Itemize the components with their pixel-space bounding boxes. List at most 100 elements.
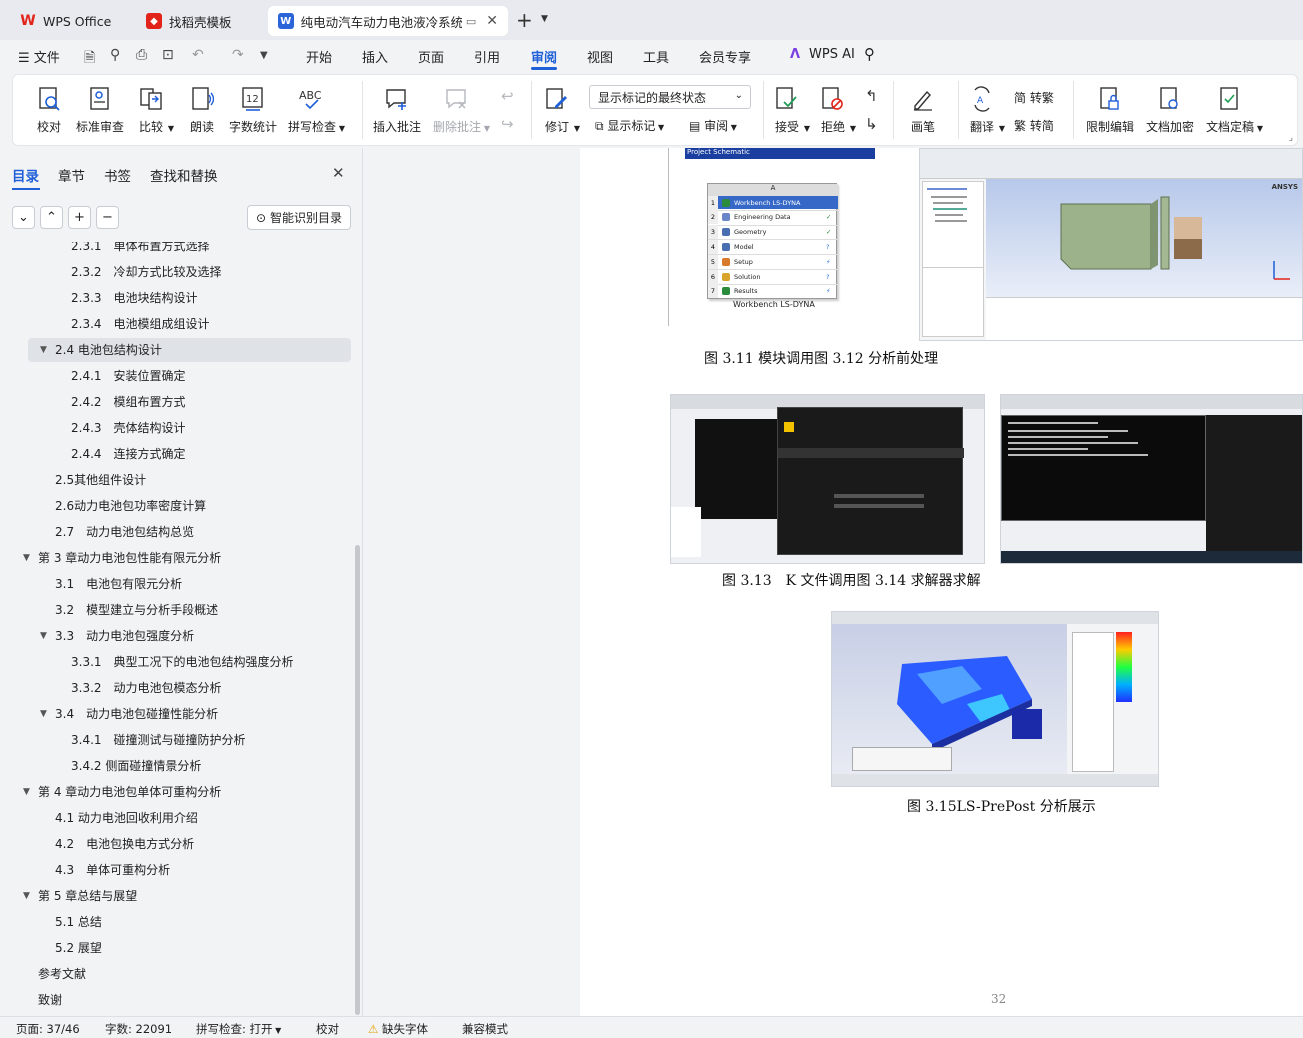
- show-markup-button[interactable]: ⧉ 显示标记 ▼: [595, 117, 664, 134]
- toc-item[interactable]: 2.4.1 安装位置确定: [71, 364, 186, 388]
- toc-item[interactable]: 4.3 单体可重构分析: [55, 858, 170, 882]
- delete-comment-button[interactable]: 删除批注 ▼: [433, 85, 490, 135]
- toc-item[interactable]: 4.2 电池包换电方式分析: [55, 832, 194, 856]
- toc-item[interactable]: 2.3.1 单体布置方式选择: [71, 242, 210, 258]
- toc-scrollbar[interactable]: [355, 545, 360, 1015]
- proofread-status[interactable]: 校对: [316, 1021, 339, 1037]
- more-chevron-icon[interactable]: ▼: [260, 50, 268, 61]
- expand-toggle-icon[interactable]: ▼: [40, 709, 47, 719]
- expand-toggle-icon[interactable]: ▼: [40, 345, 47, 355]
- previous-comment-icon[interactable]: ↩: [501, 87, 514, 105]
- tab-wps-office[interactable]: W WPS Office: [10, 6, 128, 36]
- add-heading-button[interactable]: +: [68, 206, 91, 229]
- expand-toggle-icon[interactable]: ▼: [23, 891, 30, 901]
- next-comment-icon[interactable]: ↪: [501, 115, 514, 133]
- markup-state-dropdown[interactable]: 显示标记的最终状态 ⌄: [589, 85, 751, 109]
- translate-button[interactable]: A 翻译 ▼: [968, 85, 1005, 135]
- toc-item[interactable]: 3.3.2 动力电池包模态分析: [71, 676, 222, 700]
- menu-insert[interactable]: 插入: [362, 47, 388, 66]
- word-count-indicator[interactable]: 字数: 22091: [105, 1021, 172, 1037]
- redo-icon[interactable]: ↷: [232, 47, 244, 63]
- next-change-icon[interactable]: ↳: [865, 115, 878, 133]
- track-changes-button[interactable]: 修订 ▼: [543, 85, 580, 135]
- new-tab-plus-icon[interactable]: +: [516, 8, 533, 32]
- menu-member[interactable]: 会员专享: [699, 47, 751, 66]
- read-aloud-button[interactable]: 朗读: [188, 85, 216, 135]
- insert-comment-button[interactable]: 插入批注: [373, 85, 421, 135]
- smart-toc-button[interactable]: ⊙ 智能识别目录: [247, 205, 351, 230]
- toc-item[interactable]: 3.3.1 典型工况下的电池包结构强度分析: [71, 650, 294, 674]
- ribbon-expand-icon[interactable]: ⌟: [1289, 133, 1293, 143]
- menu-file[interactable]: ☰ 文件: [18, 47, 60, 66]
- toc-item[interactable]: 2.5其他组件设计: [55, 468, 146, 492]
- toc-item[interactable]: 5.1 总结: [55, 910, 102, 934]
- close-pane-icon[interactable]: ✕: [332, 164, 345, 182]
- restrict-editing-button[interactable]: 限制编辑: [1086, 85, 1134, 135]
- tab-docer-templates[interactable]: ◆ 找稻壳模板: [136, 6, 264, 36]
- tab-find-replace[interactable]: 查找和替换: [150, 165, 218, 185]
- toc-item[interactable]: 5.2 展望: [55, 936, 102, 960]
- toc-item[interactable]: 2.7 动力电池包结构总览: [55, 520, 194, 544]
- menu-wps-ai[interactable]: WPS AI: [809, 47, 855, 62]
- spell-check-button[interactable]: ABC 拼写检查 ▼: [288, 85, 345, 135]
- standard-review-button[interactable]: 标准审查: [76, 85, 124, 135]
- toc-item[interactable]: 4.1 动力电池回收利用介绍: [55, 806, 198, 830]
- previous-change-icon[interactable]: ↰: [865, 87, 878, 105]
- toc-item[interactable]: 3.4 动力电池包碰撞性能分析: [55, 702, 218, 726]
- toc-item[interactable]: 3.4.1 碰撞测试与碰撞防护分析: [71, 728, 246, 752]
- menu-tools[interactable]: 工具: [643, 47, 669, 66]
- toc-item[interactable]: 2.3.3 电池块结构设计: [71, 286, 198, 310]
- remove-heading-button[interactable]: −: [96, 206, 119, 229]
- expand-toggle-icon[interactable]: ▼: [40, 631, 47, 641]
- expand-toggle-icon[interactable]: ▼: [23, 553, 30, 563]
- proofread-button[interactable]: 校对: [35, 85, 63, 135]
- toc-item[interactable]: 2.4.2 模组布置方式: [71, 390, 186, 414]
- close-tab-icon[interactable]: ✕: [486, 13, 498, 29]
- menu-review[interactable]: 审阅: [531, 47, 557, 66]
- tab-toc[interactable]: 目录: [12, 165, 39, 185]
- menu-start[interactable]: 开始: [306, 47, 332, 66]
- word-count-button[interactable]: 12 字数统计: [229, 85, 277, 135]
- expand-button[interactable]: ⌃: [40, 206, 63, 229]
- toc-item[interactable]: 2.4 电池包结构设计: [55, 338, 162, 362]
- toc-item[interactable]: 3.4.2 侧面碰撞情景分析: [71, 754, 201, 778]
- search-icon[interactable]: ⚲: [864, 45, 875, 63]
- encrypt-document-button[interactable]: 文档加密: [1146, 85, 1194, 135]
- share-icon[interactable]: ⚲: [110, 47, 120, 63]
- toc-item[interactable]: 3.2 模型建立与分析手段概述: [55, 598, 218, 622]
- toc-item[interactable]: 3.3 动力电池包强度分析: [55, 624, 194, 648]
- to-traditional-button[interactable]: 简 转繁: [1014, 89, 1054, 106]
- save-icon[interactable]: 🗎: [84, 47, 95, 71]
- menu-page[interactable]: 页面: [418, 47, 444, 66]
- tab-current-document[interactable]: W 纯电动汽车动力电池液冷系统 ▭ ✕: [268, 6, 508, 36]
- review-pane-button[interactable]: ▤ 审阅 ▼: [689, 117, 737, 134]
- toc-item[interactable]: 3.1 电池包有限元分析: [55, 572, 182, 596]
- finalize-document-button[interactable]: 文档定稿 ▼: [1206, 85, 1263, 135]
- spell-check-status[interactable]: 拼写检查: 打开 ▼: [196, 1021, 281, 1037]
- collapse-all-button[interactable]: ⌄: [12, 206, 35, 229]
- toc-item[interactable]: 2.3.4 电池模组成组设计: [71, 312, 210, 336]
- toc-item[interactable]: 第 4 章动力电池包单体可重构分析: [38, 780, 221, 804]
- toc-item[interactable]: 2.4.3 壳体结构设计: [71, 416, 186, 440]
- undo-icon[interactable]: ↶: [192, 47, 204, 63]
- toc-item[interactable]: 第 5 章总结与展望: [38, 884, 137, 908]
- toc-item[interactable]: 2.6动力电池包功率密度计算: [55, 494, 206, 518]
- toc-item[interactable]: 2.3.2 冷却方式比较及选择: [71, 260, 222, 284]
- missing-font-status[interactable]: ⚠ 缺失字体: [368, 1021, 428, 1037]
- accept-button[interactable]: 接受 ▼: [773, 85, 810, 135]
- menu-reference[interactable]: 引用: [474, 47, 500, 66]
- expand-toggle-icon[interactable]: ▼: [23, 787, 30, 797]
- to-simplified-button[interactable]: 繁 转简: [1014, 117, 1054, 134]
- page-indicator[interactable]: 页面: 37/46: [16, 1021, 80, 1037]
- tab-bookmarks[interactable]: 书签: [104, 165, 131, 185]
- toc-item[interactable]: 第 3 章动力电池包性能有限元分析: [38, 546, 221, 570]
- toc-item[interactable]: 参考文献: [38, 962, 86, 986]
- reject-button[interactable]: 拒绝 ▼: [819, 85, 856, 135]
- chevron-down-icon[interactable]: ▼: [541, 14, 548, 24]
- print-preview-icon[interactable]: ⊡: [162, 47, 174, 63]
- toc-item[interactable]: 2.4.4 连接方式确定: [71, 442, 186, 466]
- pen-button[interactable]: 画笔: [909, 85, 937, 135]
- toc-item[interactable]: 致谢: [38, 988, 62, 1012]
- screen-icon[interactable]: ▭: [466, 15, 476, 28]
- print-icon[interactable]: ⎙: [136, 47, 147, 63]
